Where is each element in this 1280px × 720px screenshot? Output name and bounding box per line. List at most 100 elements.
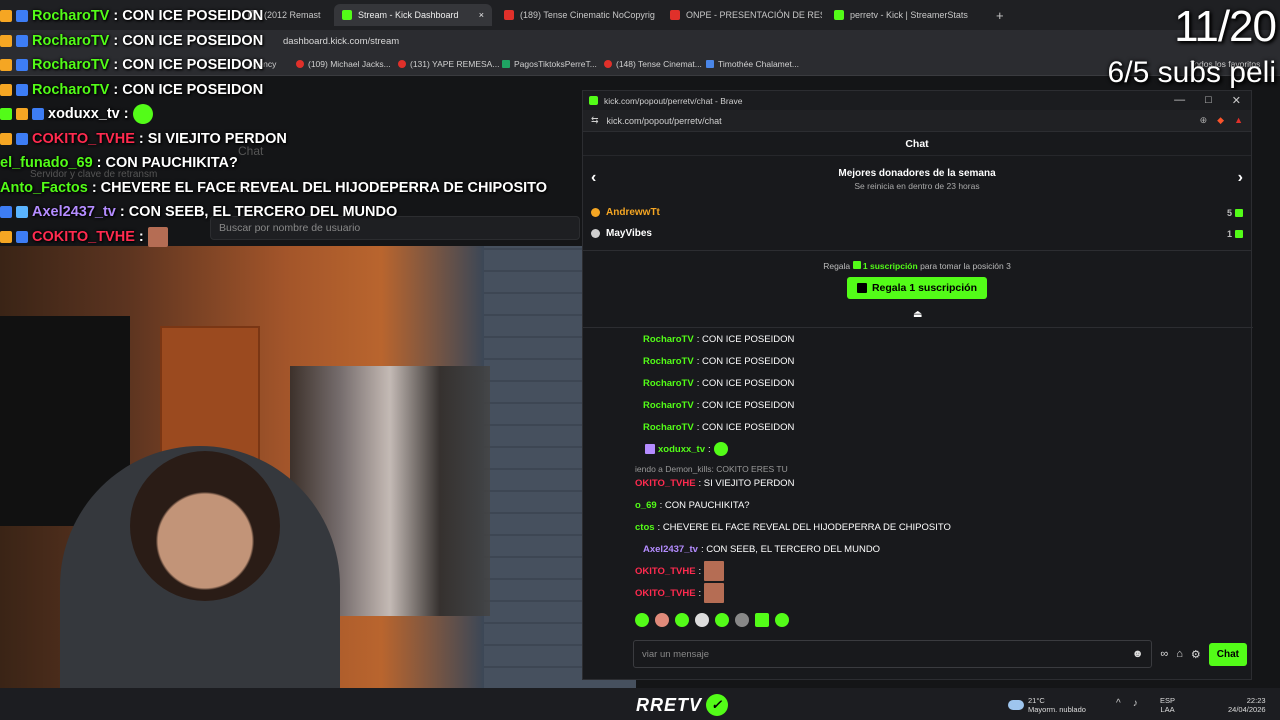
weather-temp: 21°C [1028, 696, 1045, 705]
emote-icon[interactable] [655, 613, 669, 627]
window-controls: — □ ✕ [1174, 94, 1245, 107]
emote-icon[interactable] [755, 613, 769, 627]
overlay-message: CON ICE POSEIDON [122, 57, 264, 74]
sub-goal-counter: 11/20 [1174, 2, 1277, 51]
screen: (2012 Remast Stream - Kick Dashboard × (1… [0, 0, 1280, 720]
weather-text: 21°C Mayorm. nublado [1028, 696, 1086, 714]
close-icon[interactable]: ✕ [1232, 94, 1241, 107]
overlay-colon: : [113, 32, 119, 49]
emote-icon[interactable] [695, 613, 709, 627]
sub-badge-icon [16, 34, 28, 47]
docs-bookmark-icon [706, 60, 714, 68]
gift-icon [852, 261, 861, 269]
message-username[interactable]: RocharoTV [643, 356, 694, 367]
brand-text: RRETV [636, 694, 703, 715]
tab-favicon [670, 10, 680, 20]
popout-chat-window: kick.com/popout/perretv/chat - Brave — □… [582, 90, 1253, 680]
message-username[interactable]: RocharoTV [643, 422, 694, 433]
overlay-colon: : [91, 179, 97, 196]
language-indicator[interactable]: ESP LAA [1160, 696, 1175, 714]
chat-message: OKITO_TVHE: [635, 582, 725, 604]
maximize-icon[interactable]: □ [1205, 94, 1212, 107]
face-emote-icon [704, 561, 725, 581]
microphone-icon[interactable]: ♪ [1133, 698, 1138, 709]
kicks-icon[interactable]: ∞ [1160, 648, 1168, 660]
emote-icon[interactable] [775, 613, 789, 627]
crown-badge-icon [0, 230, 12, 243]
donor-name[interactable]: MayVibes [606, 228, 652, 239]
weather-widget[interactable]: 21°C Mayorm. nublado [1008, 696, 1086, 714]
sub-badge-icon [0, 206, 12, 219]
sword-badge-icon [0, 108, 12, 121]
send-chat-button[interactable]: Chat [1208, 642, 1247, 666]
gear-icon[interactable]: ⚙ [1191, 648, 1201, 661]
system-tray: ^ ♪ [1116, 698, 1138, 709]
donor-count-value: 1 [1226, 228, 1232, 239]
gold-rank-icon [591, 208, 600, 217]
popout-url[interactable]: kick.com/popout/perretv/chat [607, 116, 722, 126]
sub-badge-icon [16, 132, 28, 145]
window-title: kick.com/popout/perretv/chat - Brave [604, 95, 743, 106]
message-username[interactable]: OKITO_TVHE [635, 588, 696, 599]
brave-rewards-icon[interactable]: ▲ [1234, 115, 1243, 126]
browser-tab[interactable]: ONPE - PRESENTACIÓN DE RESULTA [662, 4, 822, 26]
donor-name[interactable]: AndrewwTt [606, 207, 660, 218]
brave-shield-icon[interactable]: ◆ [1217, 115, 1224, 126]
overlay-username: RocharoTV [32, 81, 110, 98]
message-username[interactable]: OKITO_TVHE [635, 478, 696, 489]
chat-header: Chat [583, 132, 1251, 156]
lang-layout: LAA [1160, 705, 1175, 714]
gift-subscription-button[interactable]: Regala 1 suscripción [846, 277, 988, 299]
windows-taskbar: RRETV ✓ 21°C Mayorm. nublado ^ ♪ ESP LAA 22… [0, 688, 1280, 720]
emote-icon [713, 442, 728, 456]
bookmark-item[interactable]: Timothée Chalamet... [706, 59, 799, 69]
emote-icon[interactable] [735, 613, 749, 627]
browser-tab[interactable]: perretv - Kick | StreamerStats [826, 4, 986, 26]
chat-message: o_69: CON PAUCHIKITA? [635, 494, 750, 516]
chat-message: OKITO_TVHE: SI VIEJITO PERDON [635, 472, 794, 494]
overlay-chat-line: RocharoTV: CON ICE POSEIDON [0, 4, 600, 29]
message-username[interactable]: RocharoTV [643, 334, 694, 345]
gift-sub-area: Regala 1 suscripción para tomar la posic… [583, 250, 1251, 316]
chevron-right-icon[interactable]: › [1238, 169, 1243, 187]
silver-rank-icon [591, 229, 600, 238]
minimize-icon[interactable]: — [1174, 94, 1185, 107]
crown-badge-icon [0, 59, 12, 72]
message-username[interactable]: RocharoTV [643, 400, 694, 411]
diamond-badge-icon [16, 206, 28, 219]
bookmark-label: (148) Tense Cinemat... [616, 59, 702, 69]
message-username[interactable]: o_69 [635, 500, 657, 511]
emoji-picker-icon[interactable]: ☻ [1132, 648, 1144, 660]
new-tab-button[interactable]: + [988, 4, 1008, 26]
message-username[interactable]: xoduxx_tv [658, 444, 705, 455]
collapse-eject-icon[interactable]: ⏏ [913, 309, 922, 320]
face-emote-icon [704, 583, 725, 603]
donor-row: MayVibes 1 [583, 223, 1251, 244]
chevron-left-icon[interactable]: ‹ [591, 169, 596, 187]
overlay-chat-line: COKITO_TVHE: [0, 225, 600, 250]
message-text: : [708, 443, 711, 455]
message-text: : CON ICE POSEIDON [696, 333, 795, 345]
emote-icon[interactable] [675, 613, 689, 627]
emote-icon[interactable] [715, 613, 729, 627]
chat-message-input[interactable]: viar un mensaje ☻ [633, 640, 1153, 668]
message-username[interactable]: Axel2437_tv [643, 544, 698, 555]
gift-button-label: Regala 1 suscripción [871, 282, 978, 294]
message-username[interactable]: OKITO_TVHE [635, 566, 696, 577]
zoom-icon[interactable]: ⊕ [1200, 115, 1208, 126]
chevron-up-icon[interactable]: ^ [1116, 698, 1121, 709]
bookmark-item[interactable]: (148) Tense Cinemat... [604, 59, 702, 69]
emote-icon[interactable] [635, 613, 649, 627]
overlay-colon: : [123, 106, 129, 123]
message-username[interactable]: RocharoTV [643, 378, 694, 389]
store-icon[interactable]: ⌂ [1176, 648, 1183, 660]
message-text: : CON SEEB, EL TERCERO DEL MUNDO [700, 543, 881, 555]
lang-code: ESP [1160, 696, 1176, 705]
sub-badge-icon [32, 108, 44, 121]
gift-icon [1235, 229, 1243, 238]
badge-icon [645, 444, 655, 454]
message-text: : SI VIEJITO PERDON [698, 477, 795, 489]
clock[interactable]: 22:23 24/04/2026 [1228, 696, 1266, 714]
message-username[interactable]: ctos [635, 522, 655, 533]
site-settings-icon[interactable]: ⇆ [591, 115, 599, 126]
